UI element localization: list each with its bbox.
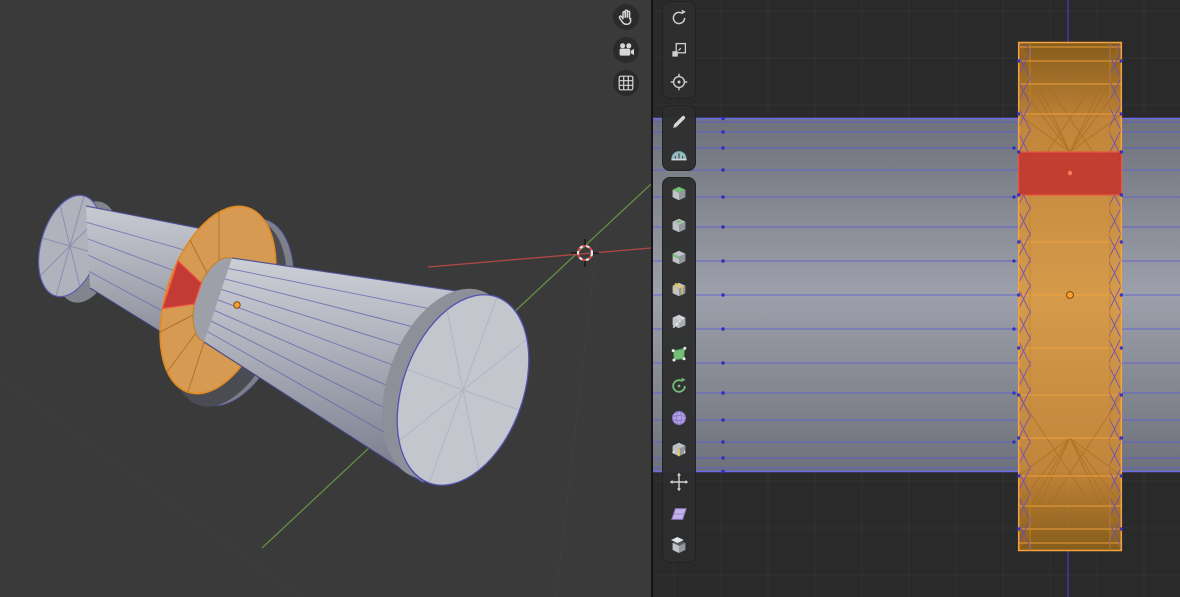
tool-group xyxy=(662,177,696,563)
active-face-dot xyxy=(1067,170,1073,176)
protractor-icon xyxy=(669,144,689,164)
left-viewport[interactable] xyxy=(0,0,651,597)
rip-region-tool[interactable] xyxy=(664,531,694,561)
smooth-icon xyxy=(669,408,689,428)
knife-tool[interactable] xyxy=(664,307,694,337)
grid-icon xyxy=(616,73,636,93)
spin-icon xyxy=(669,376,689,396)
bevel-icon xyxy=(669,248,689,268)
edge-slide-tool[interactable] xyxy=(664,435,694,465)
right-viewport-canvas[interactable] xyxy=(653,0,1180,597)
shear-icon xyxy=(669,504,689,524)
move-arrows-icon xyxy=(669,472,689,492)
transform-icon xyxy=(669,72,689,92)
blender-window xyxy=(0,0,1180,597)
rotate-view-tool[interactable] xyxy=(664,3,694,33)
scale-tool[interactable] xyxy=(664,35,694,65)
smooth-tool[interactable] xyxy=(664,403,694,433)
tool-group xyxy=(662,1,696,99)
selected-ring-ortho[interactable] xyxy=(1017,41,1123,552)
rip-region-icon xyxy=(669,536,689,556)
scale-icon xyxy=(669,40,689,60)
shrink-fatten-tool[interactable] xyxy=(664,467,694,497)
measure-tool[interactable] xyxy=(664,139,694,169)
object-origin-ortho xyxy=(1066,291,1074,299)
shear-tool[interactable] xyxy=(664,499,694,529)
loop-cut-tool[interactable] xyxy=(664,275,694,305)
annotate-tool[interactable] xyxy=(664,107,694,137)
pencil-icon xyxy=(669,112,689,132)
left-viewport-canvas[interactable] xyxy=(0,0,651,597)
poly-build-icon xyxy=(669,344,689,364)
knife-icon xyxy=(669,312,689,332)
poly-build-tool[interactable] xyxy=(664,339,694,369)
transform-tool[interactable] xyxy=(664,67,694,97)
move-view-button[interactable] xyxy=(613,4,639,30)
nav-gizmo-column xyxy=(613,4,639,96)
ring-side-faces-right xyxy=(1109,44,1122,549)
extrude-region-tool[interactable] xyxy=(664,179,694,209)
camera-icon xyxy=(616,40,636,60)
extrude-icon xyxy=(669,184,689,204)
hand-icon xyxy=(616,7,636,27)
toggle-projection-button[interactable] xyxy=(613,70,639,96)
bevel-tool[interactable] xyxy=(664,243,694,273)
inset-icon xyxy=(669,216,689,236)
rotate-icon xyxy=(669,8,689,28)
edge-slide-icon xyxy=(669,440,689,460)
camera-view-button[interactable] xyxy=(613,37,639,63)
right-viewport[interactable] xyxy=(653,0,1180,597)
tool-group xyxy=(662,105,696,171)
ring-side-faces-left xyxy=(1018,44,1031,549)
object-origin xyxy=(233,301,241,309)
spin-tool[interactable] xyxy=(664,371,694,401)
inset-faces-tool[interactable] xyxy=(664,211,694,241)
edit-toolbar xyxy=(662,1,696,563)
loop-cut-icon xyxy=(669,280,689,300)
